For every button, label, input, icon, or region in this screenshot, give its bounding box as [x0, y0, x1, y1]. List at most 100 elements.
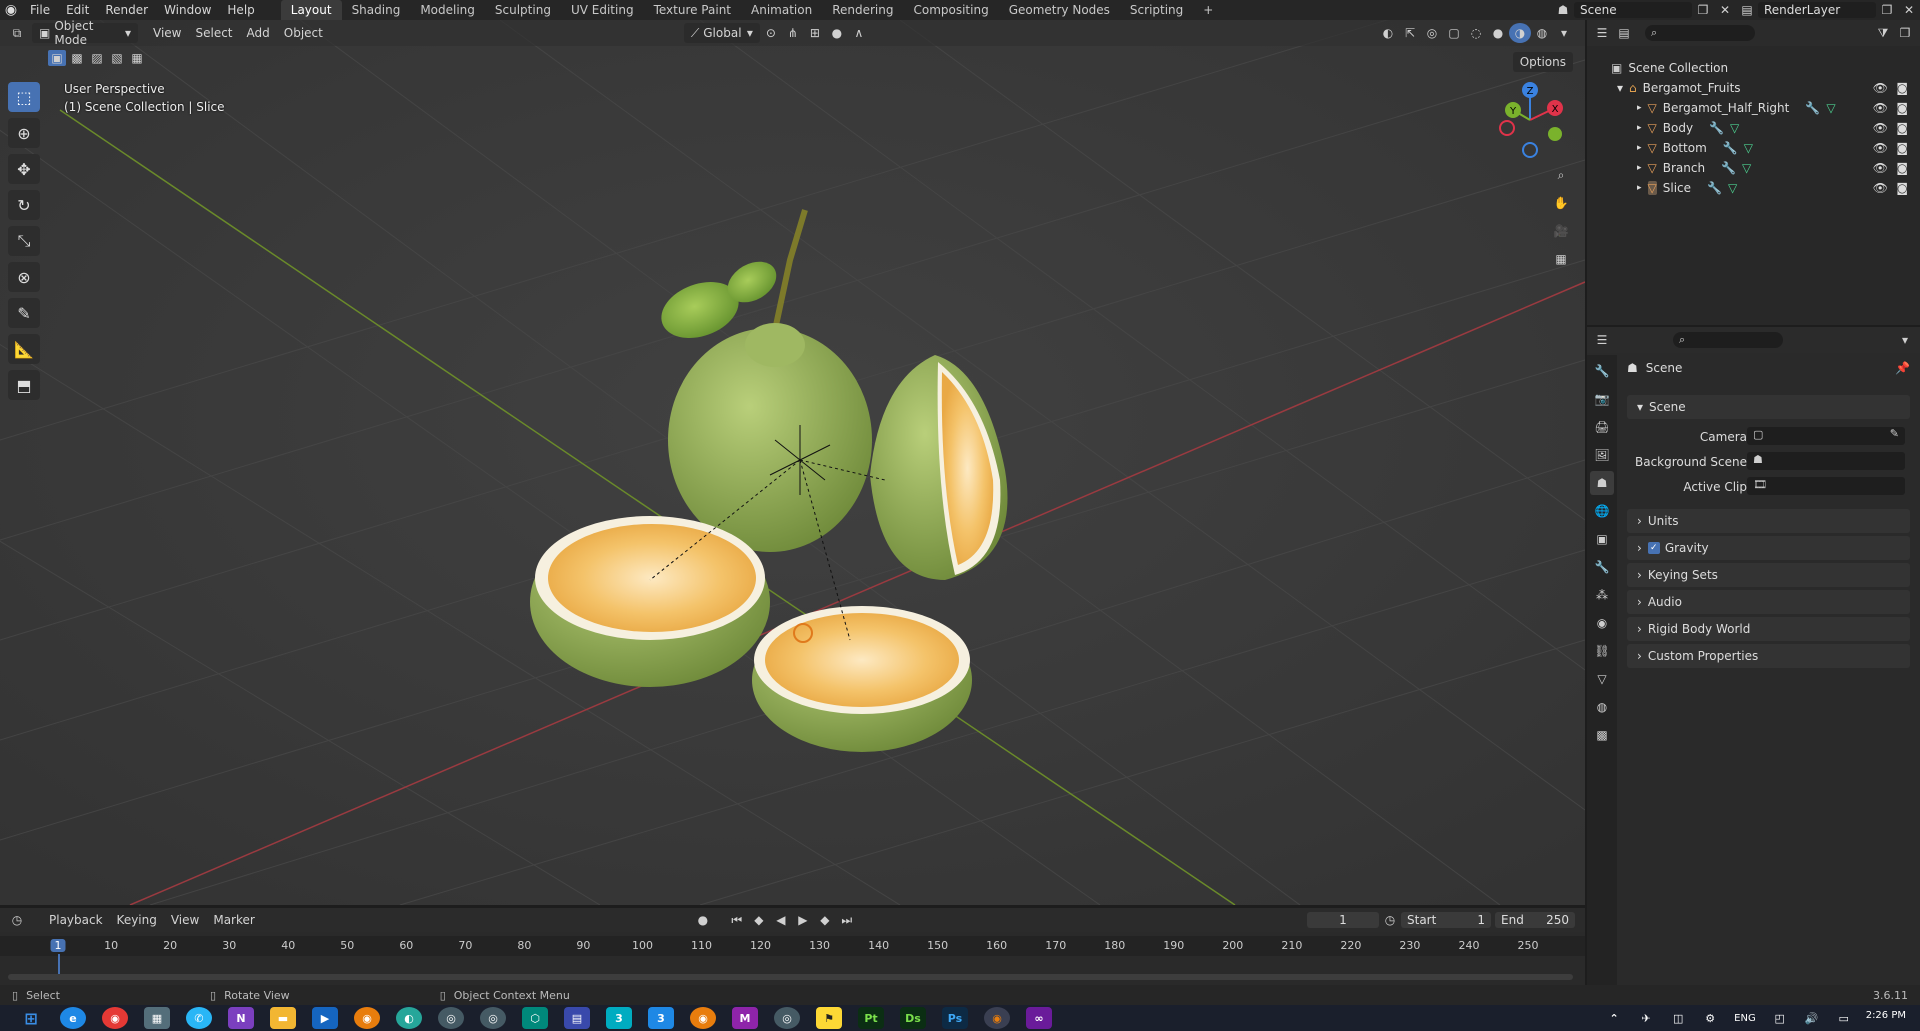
visibility-icon[interactable]: ◐	[1377, 23, 1399, 43]
gravity-checkbox[interactable]: ✓	[1647, 542, 1660, 554]
active-clip-field[interactable]: 🎞	[1747, 477, 1905, 495]
app-3b-icon[interactable]: 3	[648, 1007, 674, 1029]
camera-render-icon[interactable]: ◙	[1896, 161, 1908, 175]
rotate-tool-icon[interactable]: ↻	[8, 190, 40, 220]
blender-launcher-icon[interactable]: ◉	[690, 1007, 716, 1029]
add-workspace-button[interactable]: +	[1193, 0, 1223, 20]
filter-icon[interactable]: ⧩	[1872, 23, 1894, 43]
tab-shading[interactable]: Shading	[342, 0, 411, 20]
visual-studio-icon[interactable]: ∞	[1026, 1007, 1052, 1029]
units-panel[interactable]: › Units	[1627, 509, 1910, 533]
menu-object[interactable]: Object	[277, 26, 330, 40]
new-view-layer-icon[interactable]: ❐	[1876, 0, 1898, 20]
tray-settings-icon[interactable]: ⚙	[1702, 1007, 1718, 1029]
obs-icon[interactable]: ◎	[480, 1007, 506, 1029]
select-extend-icon[interactable]: ▩	[68, 50, 86, 66]
menu-keying[interactable]: Keying	[110, 913, 164, 927]
scene-section-header[interactable]: ▾ Scene	[1627, 395, 1910, 419]
measure-tool-icon[interactable]: 📐	[8, 334, 40, 364]
falloff-icon[interactable]: ∧	[848, 23, 870, 43]
3d-viewport[interactable]: ⧉ ▣ Object Mode ▾ View Select Add Object…	[0, 20, 1585, 905]
tab-scripting[interactable]: Scripting	[1120, 0, 1193, 20]
object-tab-icon[interactable]: ▣	[1590, 527, 1614, 551]
world-tab-icon[interactable]: 🌐	[1590, 499, 1614, 523]
camera-render-icon[interactable]: ◙	[1896, 81, 1908, 95]
eye-icon[interactable]: 👁	[1873, 141, 1888, 155]
camera-render-icon[interactable]: ◙	[1896, 101, 1908, 115]
app-circle-icon[interactable]: ◎	[774, 1007, 800, 1029]
tray-app-icon[interactable]: ◫	[1670, 1007, 1686, 1029]
cursor-tool-icon[interactable]: ⊕	[8, 118, 40, 148]
eye-icon[interactable]: 👁	[1873, 121, 1888, 135]
select-invert-icon[interactable]: ▧	[108, 50, 126, 66]
jump-end-icon[interactable]: ⏭	[836, 910, 858, 930]
timeline-scrollbar[interactable]	[8, 974, 1573, 980]
wireframe-shading-icon[interactable]: ◌	[1465, 23, 1487, 43]
zoom-icon[interactable]: ⌕	[1550, 165, 1572, 185]
chrome-browser-icon[interactable]: ◉	[102, 1007, 128, 1029]
outliner-search-input[interactable]: ⌕	[1645, 25, 1755, 41]
menu-timeline-view[interactable]: View	[164, 913, 206, 927]
modifier-tab-icon[interactable]: 🔧	[1590, 555, 1614, 579]
designer-icon[interactable]: Ds	[900, 1007, 926, 1029]
current-frame-field[interactable]: 1	[1307, 912, 1379, 928]
menu-help[interactable]: Help	[219, 0, 262, 20]
camera-render-icon[interactable]: ◙	[1896, 121, 1908, 135]
select-intersect-icon[interactable]: ▦	[128, 50, 146, 66]
end-frame-field[interactable]: End 250	[1495, 912, 1575, 928]
rendered-shading-icon[interactable]: ◍	[1531, 23, 1553, 43]
scene-selector[interactable]: Scene	[1574, 2, 1692, 18]
eye-icon[interactable]: 👁	[1873, 161, 1888, 175]
menu-select[interactable]: Select	[188, 26, 239, 40]
app-cube-icon[interactable]: ⬡	[522, 1007, 548, 1029]
app-3-icon[interactable]: 3	[606, 1007, 632, 1029]
navigation-gizmo[interactable]: Z X Y	[1495, 80, 1565, 160]
annotate-tool-icon[interactable]: ✎	[8, 298, 40, 328]
move-tool-icon[interactable]: ✥	[8, 154, 40, 184]
pivot-point-icon[interactable]: ⊙	[760, 23, 782, 43]
pin-icon[interactable]: 📌	[1895, 361, 1910, 375]
constraints-tab-icon[interactable]: ⛓	[1590, 639, 1614, 663]
language-indicator[interactable]: ENG	[1734, 1013, 1756, 1024]
eye-icon[interactable]: 👁	[1873, 81, 1888, 95]
volume-icon[interactable]: 🔊	[1804, 1007, 1820, 1029]
rigid-body-world-panel[interactable]: › Rigid Body World	[1627, 617, 1910, 641]
delete-scene-icon[interactable]: ✕	[1714, 0, 1736, 20]
tray-chevron-icon[interactable]: ⌃	[1606, 1007, 1622, 1029]
tab-sculpting[interactable]: Sculpting	[485, 0, 561, 20]
outliner-row-scene-collection[interactable]: ▣ Scene Collection	[1587, 58, 1920, 78]
network-icon[interactable]: ◰	[1772, 1007, 1788, 1029]
tab-layout[interactable]: Layout	[280, 0, 342, 20]
camera-render-icon[interactable]: ◙	[1896, 141, 1908, 155]
calculator-icon[interactable]: ▦	[144, 1007, 170, 1029]
new-scene-icon[interactable]: ❐	[1692, 0, 1714, 20]
physics-tab-icon[interactable]: ◉	[1590, 611, 1614, 635]
menu-view[interactable]: View	[146, 26, 188, 40]
shading-options-icon[interactable]: ▾	[1553, 23, 1575, 43]
play-reverse-icon[interactable]: ◀	[770, 910, 792, 930]
windows-start-icon[interactable]: ⊞	[18, 1007, 44, 1029]
file-explorer-icon[interactable]: ▬	[270, 1007, 296, 1029]
tab-compositing[interactable]: Compositing	[903, 0, 998, 20]
eye-icon[interactable]: 👁	[1873, 101, 1888, 115]
snap-icon[interactable]: ⋔	[782, 23, 804, 43]
texture-tab-icon[interactable]: ▩	[1590, 723, 1614, 747]
custom-properties-panel[interactable]: › Custom Properties	[1627, 644, 1910, 668]
menu-playback[interactable]: Playback	[42, 913, 110, 927]
start-frame-field[interactable]: Start 1	[1401, 912, 1491, 928]
playhead-line[interactable]	[58, 954, 60, 976]
preview-range-icon[interactable]: ◷	[1379, 910, 1401, 930]
gizmo-toggle-icon[interactable]: ⇱	[1399, 23, 1421, 43]
camera-view-icon[interactable]: 🎥	[1550, 221, 1572, 241]
tab-modeling[interactable]: Modeling	[410, 0, 485, 20]
jump-start-icon[interactable]: ⏮	[726, 910, 748, 930]
xray-icon[interactable]: ▢	[1443, 23, 1465, 43]
view-layer-icon[interactable]: ▤	[1736, 0, 1758, 20]
photoshop-icon[interactable]: Ps	[942, 1007, 968, 1029]
tab-uv-editing[interactable]: UV Editing	[561, 0, 644, 20]
blender-logo-icon[interactable]: ◉	[0, 0, 22, 20]
app-green-icon[interactable]: ◐	[396, 1007, 422, 1029]
view-layer-selector[interactable]: RenderLayer	[1758, 2, 1876, 18]
onenote-icon[interactable]: N	[228, 1007, 254, 1029]
editor-type-icon[interactable]: ⧉	[6, 23, 28, 43]
